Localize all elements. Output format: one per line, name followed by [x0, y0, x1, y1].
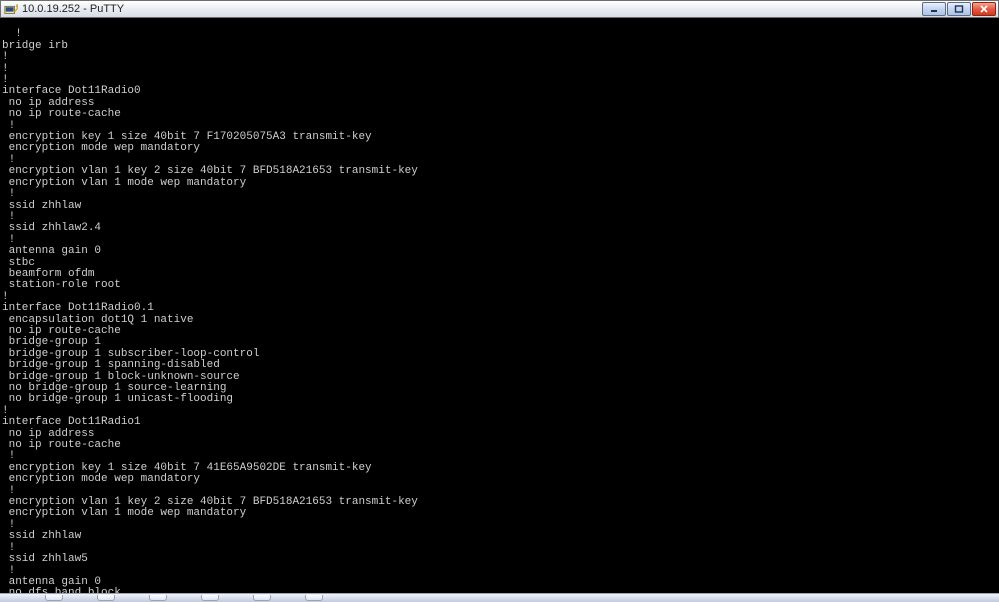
taskbar — [0, 593, 999, 602]
taskbar-item[interactable] — [97, 595, 115, 601]
taskbar-item[interactable] — [149, 595, 167, 601]
close-button[interactable] — [972, 2, 996, 16]
terminal-output[interactable]: ! bridge irb ! ! ! interface Dot11Radio0… — [0, 18, 999, 593]
minimize-button[interactable] — [922, 2, 946, 16]
window-title: 10.0.19.252 - PuTTY — [22, 1, 124, 17]
terminal-lines: ! bridge irb ! ! ! interface Dot11Radio0… — [2, 28, 418, 593]
taskbar-item[interactable] — [201, 595, 219, 601]
taskbar-item[interactable] — [45, 595, 63, 601]
maximize-button[interactable] — [947, 2, 971, 16]
window-controls — [921, 1, 996, 17]
taskbar-item[interactable] — [253, 595, 271, 601]
taskbar-item[interactable] — [305, 595, 323, 601]
window-titlebar: 10.0.19.252 - PuTTY — [0, 0, 999, 18]
putty-icon — [4, 2, 18, 16]
